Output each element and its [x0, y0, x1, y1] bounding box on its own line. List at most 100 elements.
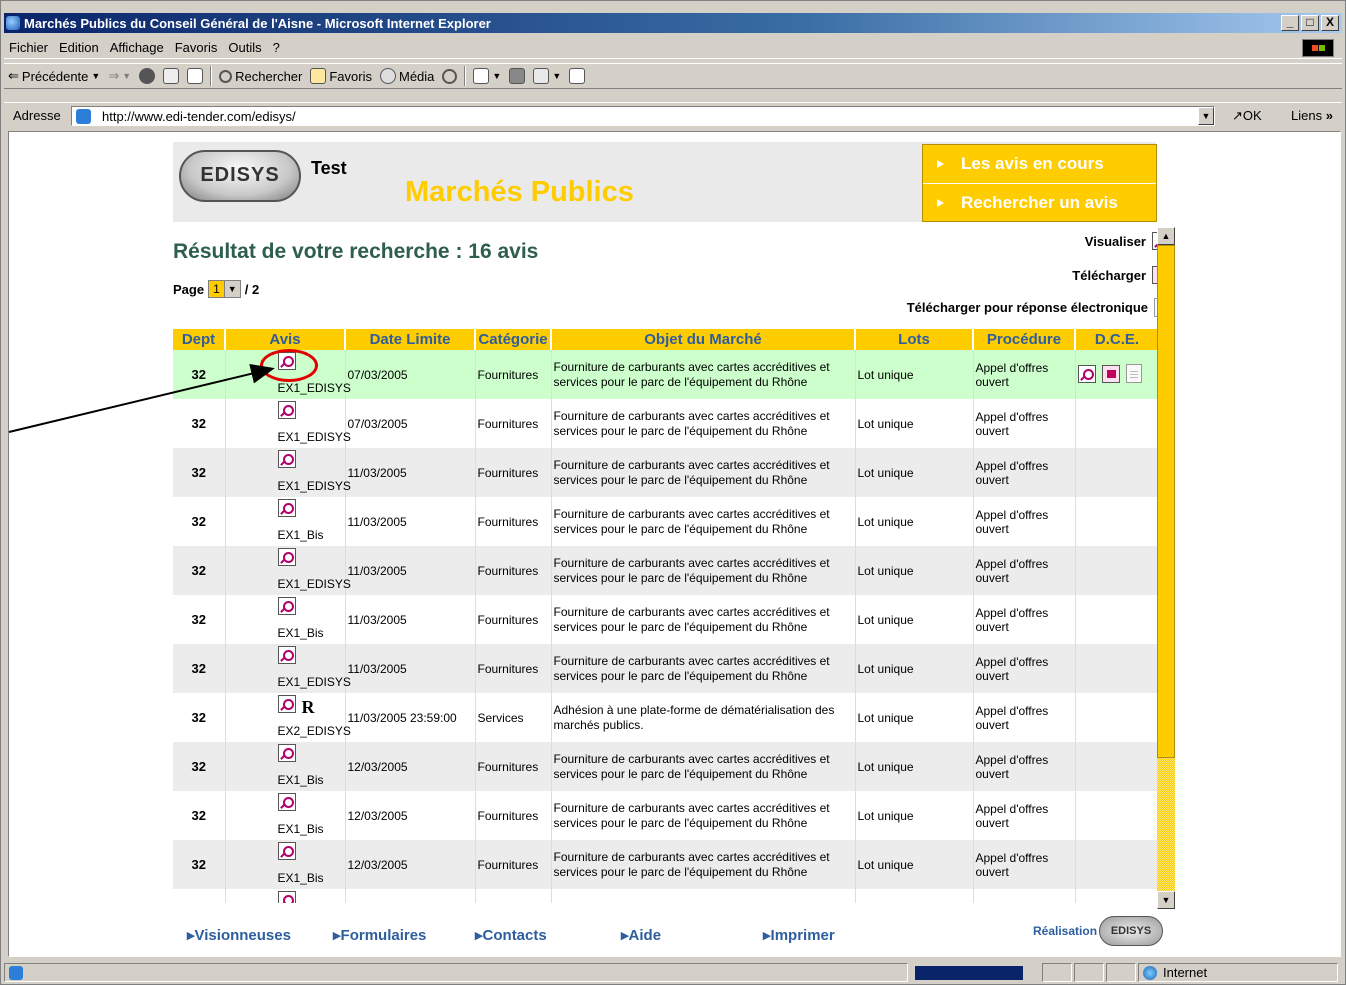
discuss-icon	[569, 68, 586, 84]
back-label: Précédente	[21, 68, 89, 84]
col-date-limite[interactable]: Date Limite	[345, 329, 476, 350]
edisys-small-logo[interactable]: EDISYS	[1099, 916, 1163, 946]
page-content: EDISYS Test Marchés Publics Les avis en …	[8, 131, 1341, 957]
table-row: 32 EX1_Bis 12/03/2005 Fournitures Fourniture…	[173, 791, 1160, 840]
search-button[interactable]: Rechercher	[219, 69, 302, 84]
forward-button[interactable]: ⇒ ▼	[108, 68, 131, 84]
col-avis[interactable]: Avis	[225, 329, 346, 350]
reply-icon[interactable]: R	[302, 697, 315, 718]
cell-avis: EX1_Bis	[225, 840, 346, 889]
links-label: Liens	[1291, 108, 1323, 123]
cell-date: 11/03/2005	[345, 497, 476, 546]
view-icon[interactable]	[1077, 364, 1096, 383]
mail-icon	[473, 68, 490, 84]
status-cell	[1042, 963, 1072, 982]
col-lots[interactable]: Lots	[855, 329, 974, 350]
scroll-down-icon[interactable]: ▼	[1157, 891, 1175, 909]
link-aide[interactable]: Aide	[621, 926, 662, 944]
edisys-logo[interactable]: EDISYS	[179, 150, 301, 202]
link-contacts[interactable]: Contacts	[475, 926, 547, 944]
avis-ref: EX1_EDISYS	[277, 675, 351, 689]
scroll-up-icon[interactable]: ▲	[1157, 227, 1175, 245]
view-icon[interactable]	[277, 695, 296, 713]
col-objet[interactable]: Objet du Marché	[551, 329, 856, 350]
download-icon[interactable]	[1101, 364, 1120, 383]
link-visionneuses[interactable]: Visionneuses	[187, 926, 291, 944]
cell-lots: Lot unique	[855, 448, 974, 497]
history-button[interactable]	[442, 68, 458, 84]
chevron-down-icon: ▼	[91, 71, 101, 81]
col-dce[interactable]: D.C.E.	[1075, 329, 1160, 350]
view-icon[interactable]	[277, 548, 296, 566]
view-icon[interactable]	[277, 646, 296, 664]
edit-icon	[533, 68, 550, 84]
view-icon[interactable]	[277, 744, 296, 762]
menu-fichier[interactable]: Fichier	[9, 40, 48, 55]
stop-icon	[139, 68, 156, 84]
address-input[interactable]: http://www.edi-tender.com/edisys/ ▼	[71, 106, 1215, 126]
back-button[interactable]: ⇐ Précédente ▼	[8, 68, 100, 84]
cell-date: 11/03/2005	[345, 546, 476, 595]
view-icon[interactable]	[277, 842, 296, 860]
maximize-button[interactable]: □	[1301, 15, 1319, 31]
address-dropdown-icon[interactable]: ▼	[1198, 107, 1214, 125]
legend-download-label: Télécharger	[1072, 267, 1146, 283]
vertical-scrollbar[interactable]: ▲ ▼	[1157, 227, 1175, 909]
view-icon[interactable]	[277, 401, 296, 419]
cell-avis: EX1_Bis	[225, 742, 346, 791]
scroll-thumb[interactable]	[1157, 245, 1175, 758]
cell-dce	[1075, 546, 1160, 595]
print-icon	[509, 68, 526, 84]
links-button[interactable]: Liens »	[1291, 108, 1333, 123]
cell-procedure: Appel d'offres	[973, 889, 1076, 903]
page-select[interactable]: 1 ▼	[208, 280, 241, 298]
link-formulaires[interactable]: Formulaires	[333, 926, 427, 944]
stop-button[interactable]	[139, 68, 156, 84]
view-icon[interactable]	[277, 450, 296, 468]
table-row: 32 EX1_EDISYS 11/03/2005 Fournitures Fournit…	[173, 546, 1160, 595]
browser-window: Marchés Publics du Conseil Général de l'…	[0, 0, 1346, 985]
nav-search-notice[interactable]: Rechercher un avis	[923, 183, 1156, 221]
cell-date: 12/03/2005	[345, 742, 476, 791]
favorites-label: Favoris	[329, 68, 372, 84]
view-icon[interactable]	[277, 793, 296, 811]
menu-bar: Fichier Edition Affichage Favoris Outils…	[4, 37, 1342, 59]
cell-lots: Lot unique	[855, 497, 974, 546]
avis-icons: R	[277, 695, 315, 718]
menu-favoris[interactable]: Favoris	[175, 40, 218, 55]
view-icon[interactable]	[277, 499, 296, 517]
menu-edition[interactable]: Edition	[59, 40, 99, 55]
home-button[interactable]	[187, 68, 204, 84]
address-bar: Adresse http://www.edi-tender.com/edisys…	[4, 102, 1342, 128]
view-icon[interactable]	[277, 597, 296, 615]
cell-objet: Fourniture de carburants avec cartes acc…	[551, 350, 856, 399]
document-icon[interactable]	[1125, 363, 1142, 383]
discuss-button[interactable]	[569, 68, 586, 84]
col-categorie[interactable]: Catégorie	[475, 329, 552, 350]
status-cell	[1074, 963, 1104, 982]
cell-lots: Lot unique	[855, 595, 974, 644]
link-imprimer[interactable]: Imprimer	[763, 926, 835, 944]
refresh-button[interactable]	[163, 68, 180, 84]
menu-help[interactable]: ?	[273, 40, 280, 55]
media-button[interactable]: Média	[379, 68, 435, 84]
menu-outils[interactable]: Outils	[228, 40, 261, 55]
menu-affichage[interactable]: Affichage	[110, 40, 164, 55]
cell-objet: Fourniture de carburants avec cartes acc…	[551, 546, 856, 595]
minimize-button[interactable]: _	[1281, 15, 1299, 31]
favorites-button[interactable]: Favoris	[310, 68, 372, 84]
status-bar: Internet	[4, 962, 1342, 983]
media-label: Média	[398, 68, 435, 84]
col-procedure[interactable]: Procédure	[973, 329, 1076, 350]
home-icon	[187, 68, 204, 84]
go-button[interactable]: ↗OK	[1232, 108, 1262, 124]
print-button[interactable]	[509, 68, 526, 84]
col-dept[interactable]: Dept	[173, 329, 226, 350]
mail-button[interactable]: ▼	[473, 68, 501, 84]
view-icon[interactable]	[277, 891, 296, 903]
cell-dce	[1075, 448, 1160, 497]
legend-download: Télécharger	[1072, 266, 1170, 284]
close-button[interactable]: X	[1321, 15, 1339, 31]
nav-current-notices[interactable]: Les avis en cours	[923, 145, 1156, 183]
edit-button[interactable]: ▼	[533, 68, 561, 84]
